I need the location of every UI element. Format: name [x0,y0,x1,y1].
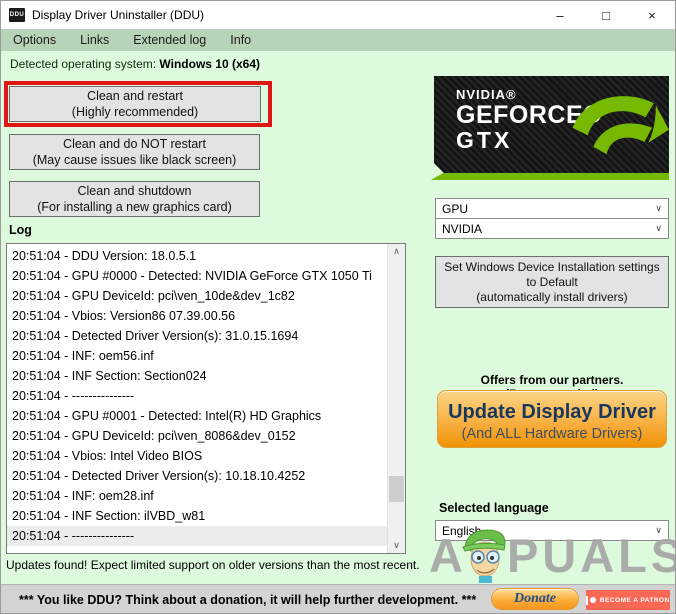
menu-bar: Options Links Extended log Info [1,29,675,51]
scroll-up-icon[interactable]: ∧ [388,244,405,259]
update-driver-line2: (And ALL Hardware Drivers) [461,426,643,442]
ddu-window: DDU Display Driver Uninstaller (DDU) – □… [0,0,676,614]
log-line: 20:51:04 - INF: oem56.inf [12,349,154,363]
maximize-icon[interactable]: □ [583,1,629,29]
donation-bar: *** You like DDU? Think about a donation… [1,584,675,613]
log-line: 20:51:04 - Detected Driver Version(s): 3… [12,329,299,343]
log-line: 20:51:04 - --------------- [12,389,135,403]
menu-info[interactable]: Info [226,31,255,49]
detected-os-line: Detected operating system: Windows 10 (x… [10,57,260,71]
log-line: 20:51:04 - Vbios: Intel Video BIOS [12,449,203,463]
detected-os-value: Windows 10 (x64) [159,57,261,71]
gpu-type-select[interactable]: GPU ∨ [435,198,669,219]
log-label: Log [9,223,32,237]
chevron-down-icon: ∨ [655,525,662,535]
close-icon[interactable]: × [629,1,675,29]
highlight-annotation [4,81,272,127]
scroll-down-icon[interactable]: ∨ [388,538,405,553]
log-line: 20:51:04 - Detected Driver Version(s): 1… [12,469,306,483]
gpu-type-value: GPU [442,201,469,216]
menu-links[interactable]: Links [76,31,113,49]
log-lines: 20:51:04 - DDU Version: 18.0.5.1 20:51:04… [7,246,388,546]
banner-green-strip [431,173,669,180]
become-a-patron-button[interactable]: BECOME A PATRON [586,590,670,610]
log-line: 20:51:04 - INF: oem28.inf [12,489,154,503]
set-default-line2: to Default [526,274,578,289]
status-text: Updates found! Expect limited support on… [6,558,420,572]
clean-shutdown-line2: (For installing a new graphics card) [37,200,232,214]
patreon-label: BECOME A PATRON [599,596,670,604]
language-select[interactable]: English ∨ [435,520,669,541]
detected-os-label: Detected operating system: [10,57,157,71]
clean-and-shutdown-button[interactable]: Clean and shutdown (For installing a new… [9,181,260,217]
donation-message: *** You like DDU? Think about a donation… [19,592,477,607]
window-title: Display Driver Uninstaller (DDU) [32,8,205,22]
selected-language-label: Selected language [439,501,549,515]
log-line: 20:51:04 - GPU #0001 - Detected: Intel(R… [12,409,322,423]
scrollbar-thumb[interactable] [389,476,404,502]
log-line: 20:51:04 - GPU #0000 - Detected: NVIDIA … [12,269,372,283]
log-line: 20:51:04 - GPU DeviceId: pci\ven_8086&de… [12,429,296,443]
log-line: 20:51:04 - Vbios: Version86 07.39.00.56 [12,309,236,323]
clean-shutdown-line1: Clean and shutdown [77,184,192,198]
clean-no-restart-line1: Clean and do NOT restart [63,137,206,151]
set-windows-default-button[interactable]: Set Windows Device Installation settings… [435,256,669,308]
log-scrollbar[interactable]: ∧ ∨ [387,244,405,553]
chevron-down-icon: ∨ [655,223,662,233]
nvidia-claw-icon [565,84,669,164]
set-default-line1: Set Windows Device Installation settings [444,259,660,274]
window-controls: – □ × [537,1,675,29]
title-bar: DDU Display Driver Uninstaller (DDU) – □… [1,1,675,29]
app-icon: DDU [9,8,25,22]
log-line: 20:51:04 - INF Section: ilVBD_w81 [12,509,206,523]
clean-no-restart-button[interactable]: Clean and do NOT restart (May cause issu… [9,134,260,170]
menu-extended-log[interactable]: Extended log [129,31,210,49]
gpu-vendor-value: NVIDIA [442,221,483,236]
gpu-vendor-select[interactable]: NVIDIA ∨ [435,218,669,239]
menu-options[interactable]: Options [9,31,60,49]
language-value: English [442,523,482,538]
update-display-driver-button[interactable]: Update Display Driver (And ALL Hardware … [437,390,667,448]
chevron-down-icon: ∨ [655,203,662,213]
clean-no-restart-line2: (May cause issues like black screen) [32,153,237,167]
log-box[interactable]: 20:51:04 - DDU Version: 18.0.5.1 20:51:04… [6,243,406,554]
log-line: 20:51:04 - GPU DeviceId: pci\ven_10de&de… [12,289,295,303]
donate-button[interactable]: Donate [491,588,579,610]
nvidia-geforce-banner: NVIDIA® GEFORCE® GTX [434,76,669,173]
log-line: 20:51:04 - INF Section: Section024 [12,369,207,383]
patreon-icon [586,595,596,605]
log-line: 20:51:04 - DDU Version: 18.0.5.1 [12,249,197,263]
minimize-icon[interactable]: – [537,1,583,29]
update-driver-line1: Update Display Driver [448,401,656,423]
log-line: 20:51:04 - --------------- [7,526,388,546]
set-default-line3: (automatically install drivers) [476,289,628,304]
